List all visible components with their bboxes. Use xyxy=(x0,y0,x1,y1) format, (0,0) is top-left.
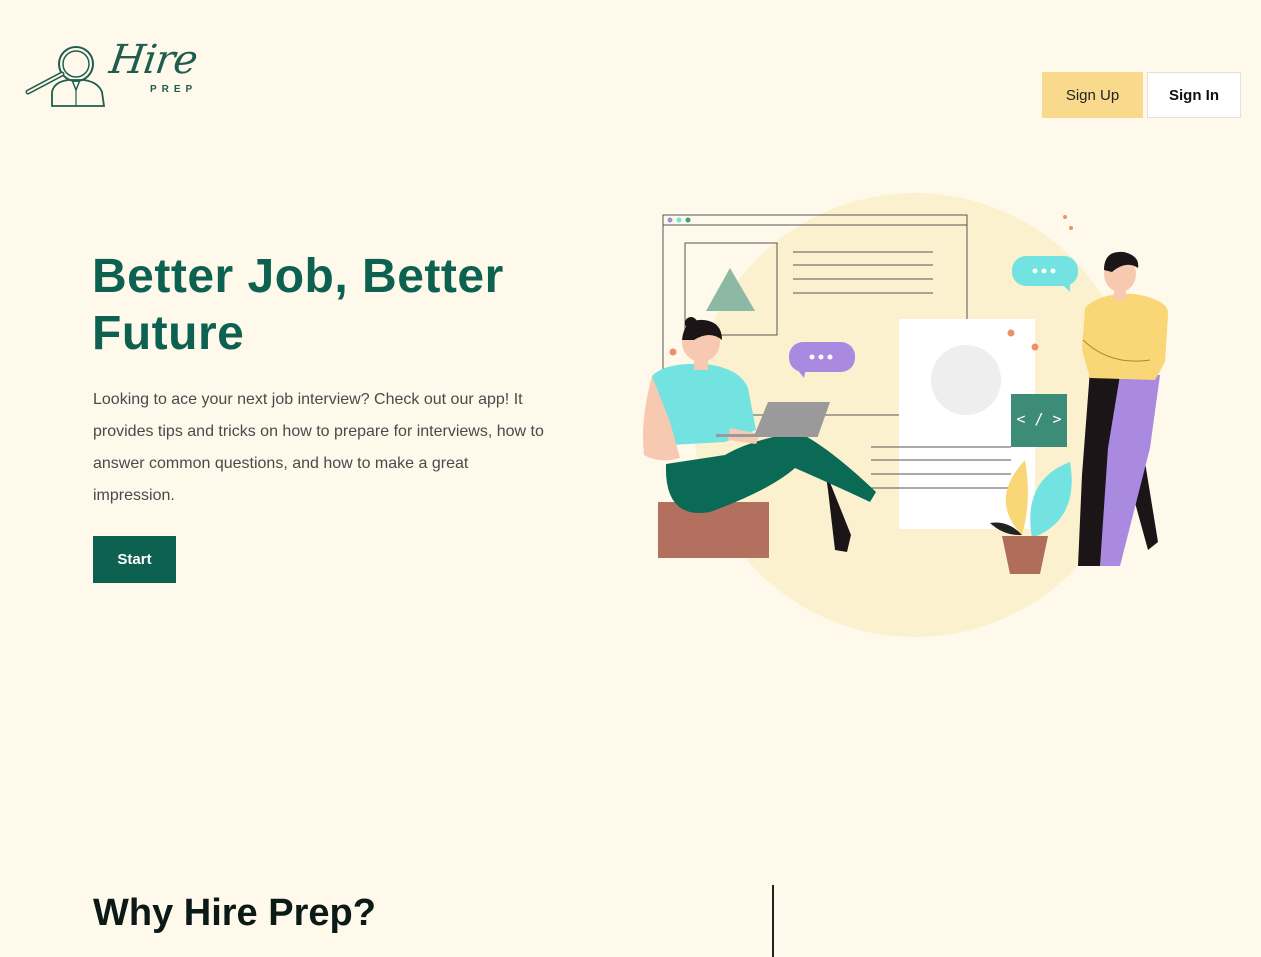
hero-title: Better Job, Better Future xyxy=(92,250,504,360)
code-badge-text: < / > xyxy=(1016,410,1061,428)
section-divider xyxy=(772,885,774,957)
hero-description: Looking to ace your next job interview? … xyxy=(93,391,544,504)
logo[interactable]: Hire PREP xyxy=(24,37,200,110)
auth-nav: Sign Up Sign In xyxy=(1042,72,1241,118)
start-button[interactable]: Start xyxy=(93,536,176,583)
hero-illustration: < / > xyxy=(630,190,1190,640)
logo-sub-text: PREP xyxy=(150,84,198,95)
logo-script-text: Hire xyxy=(106,37,200,83)
logo-wordmark: Hire PREP xyxy=(106,37,200,95)
hero-illustration-graphic: < / > xyxy=(643,193,1169,637)
magnifier-person-icon xyxy=(25,46,106,107)
sign-in-button[interactable]: Sign In xyxy=(1147,72,1241,118)
sign-up-button[interactable]: Sign Up xyxy=(1042,72,1143,118)
why-section-title: Why Hire Prep? xyxy=(93,892,376,934)
